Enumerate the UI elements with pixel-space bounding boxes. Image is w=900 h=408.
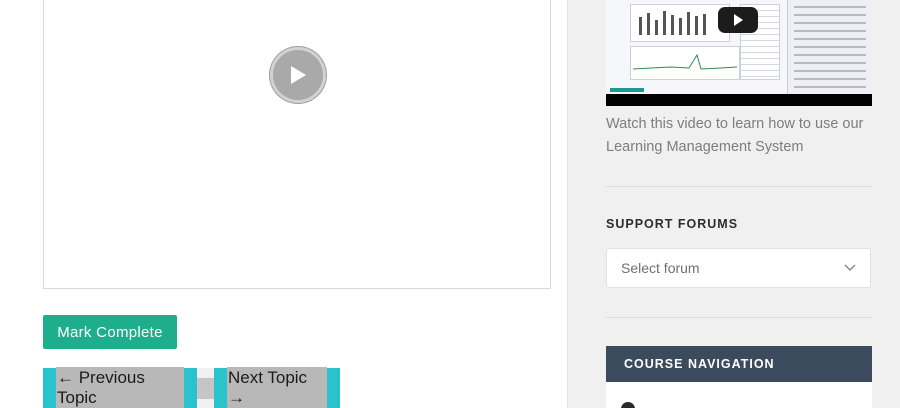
course-navigation-header: COURSE NAVIGATION bbox=[606, 346, 872, 382]
previous-topic-button[interactable]: ← Previous Topic bbox=[43, 367, 197, 408]
chevron-down-icon bbox=[844, 264, 856, 272]
course-nav-item-icon[interactable] bbox=[621, 402, 635, 408]
support-forums-title: SUPPORT FORUMS bbox=[606, 217, 739, 231]
nav-separator bbox=[197, 368, 214, 408]
video-player[interactable] bbox=[43, 0, 551, 289]
video-control-bar bbox=[606, 94, 872, 106]
topic-navigation: ← Previous Topic Next Topic → bbox=[43, 367, 340, 408]
mark-complete-button[interactable]: Mark Complete bbox=[43, 315, 177, 349]
course-navigation-title: COURSE NAVIGATION bbox=[624, 357, 775, 371]
divider bbox=[606, 317, 872, 318]
next-topic-button[interactable]: Next Topic → bbox=[214, 367, 340, 408]
thumbnail-side-panel bbox=[787, 0, 872, 96]
main-content: Mark Complete ← Previous Topic Next Topi… bbox=[0, 0, 568, 408]
divider bbox=[606, 186, 872, 187]
video-caption: Watch this video to learn how to use our… bbox=[606, 116, 864, 155]
youtube-play-button[interactable] bbox=[718, 7, 758, 33]
lms-tutorial-video-thumbnail[interactable] bbox=[606, 0, 872, 106]
thumbnail-accent bbox=[610, 88, 644, 92]
previous-topic-label: ← Previous Topic bbox=[56, 367, 184, 408]
next-topic-label: Next Topic → bbox=[227, 367, 327, 408]
play-icon bbox=[291, 66, 306, 84]
course-navigation-list bbox=[606, 382, 872, 408]
forum-select[interactable]: Select forum bbox=[606, 248, 871, 288]
youtube-play-icon bbox=[734, 14, 743, 26]
forum-select-value: Select forum bbox=[621, 260, 700, 276]
thumbnail-chart bbox=[630, 4, 730, 42]
play-button[interactable] bbox=[270, 47, 326, 103]
thumbnail-line-chart bbox=[630, 46, 740, 80]
